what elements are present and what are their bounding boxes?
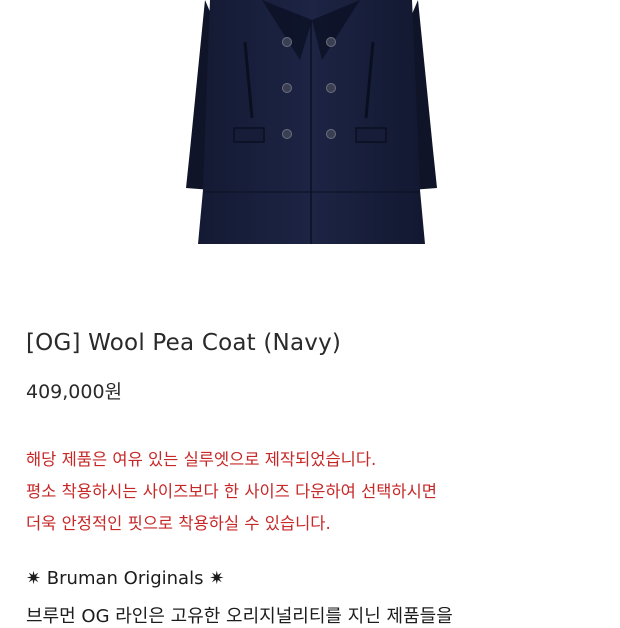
product-price: 409,000원 — [26, 381, 123, 403]
left-flap-pocket — [233, 127, 265, 143]
brand-line-description: 브루먼 OG 라인은 고유한 오리지널리티를 지닌 제품들을 — [26, 606, 453, 627]
notice-line: 해당 제품은 여유 있는 실루엣으로 제작되었습니다. — [26, 450, 377, 469]
product-title: [OG] Wool Pea Coat (Navy) — [26, 330, 342, 356]
brand-line-heading: ✷ Bruman Originals ✷ — [26, 568, 225, 589]
size-notice: 해당 제품은 여유 있는 실루엣으로 제작되었습니다. 평소 착용하시는 사이즈… — [26, 444, 437, 540]
notice-line: 더욱 안정적인 핏으로 착용하실 수 있습니다. — [26, 514, 331, 533]
coat-illustration — [186, 0, 437, 244]
product-image[interactable] — [0, 0, 620, 300]
right-flap-pocket — [355, 127, 387, 143]
notice-line: 평소 착용하시는 사이즈보다 한 사이즈 다운하여 선택하시면 — [26, 482, 437, 501]
